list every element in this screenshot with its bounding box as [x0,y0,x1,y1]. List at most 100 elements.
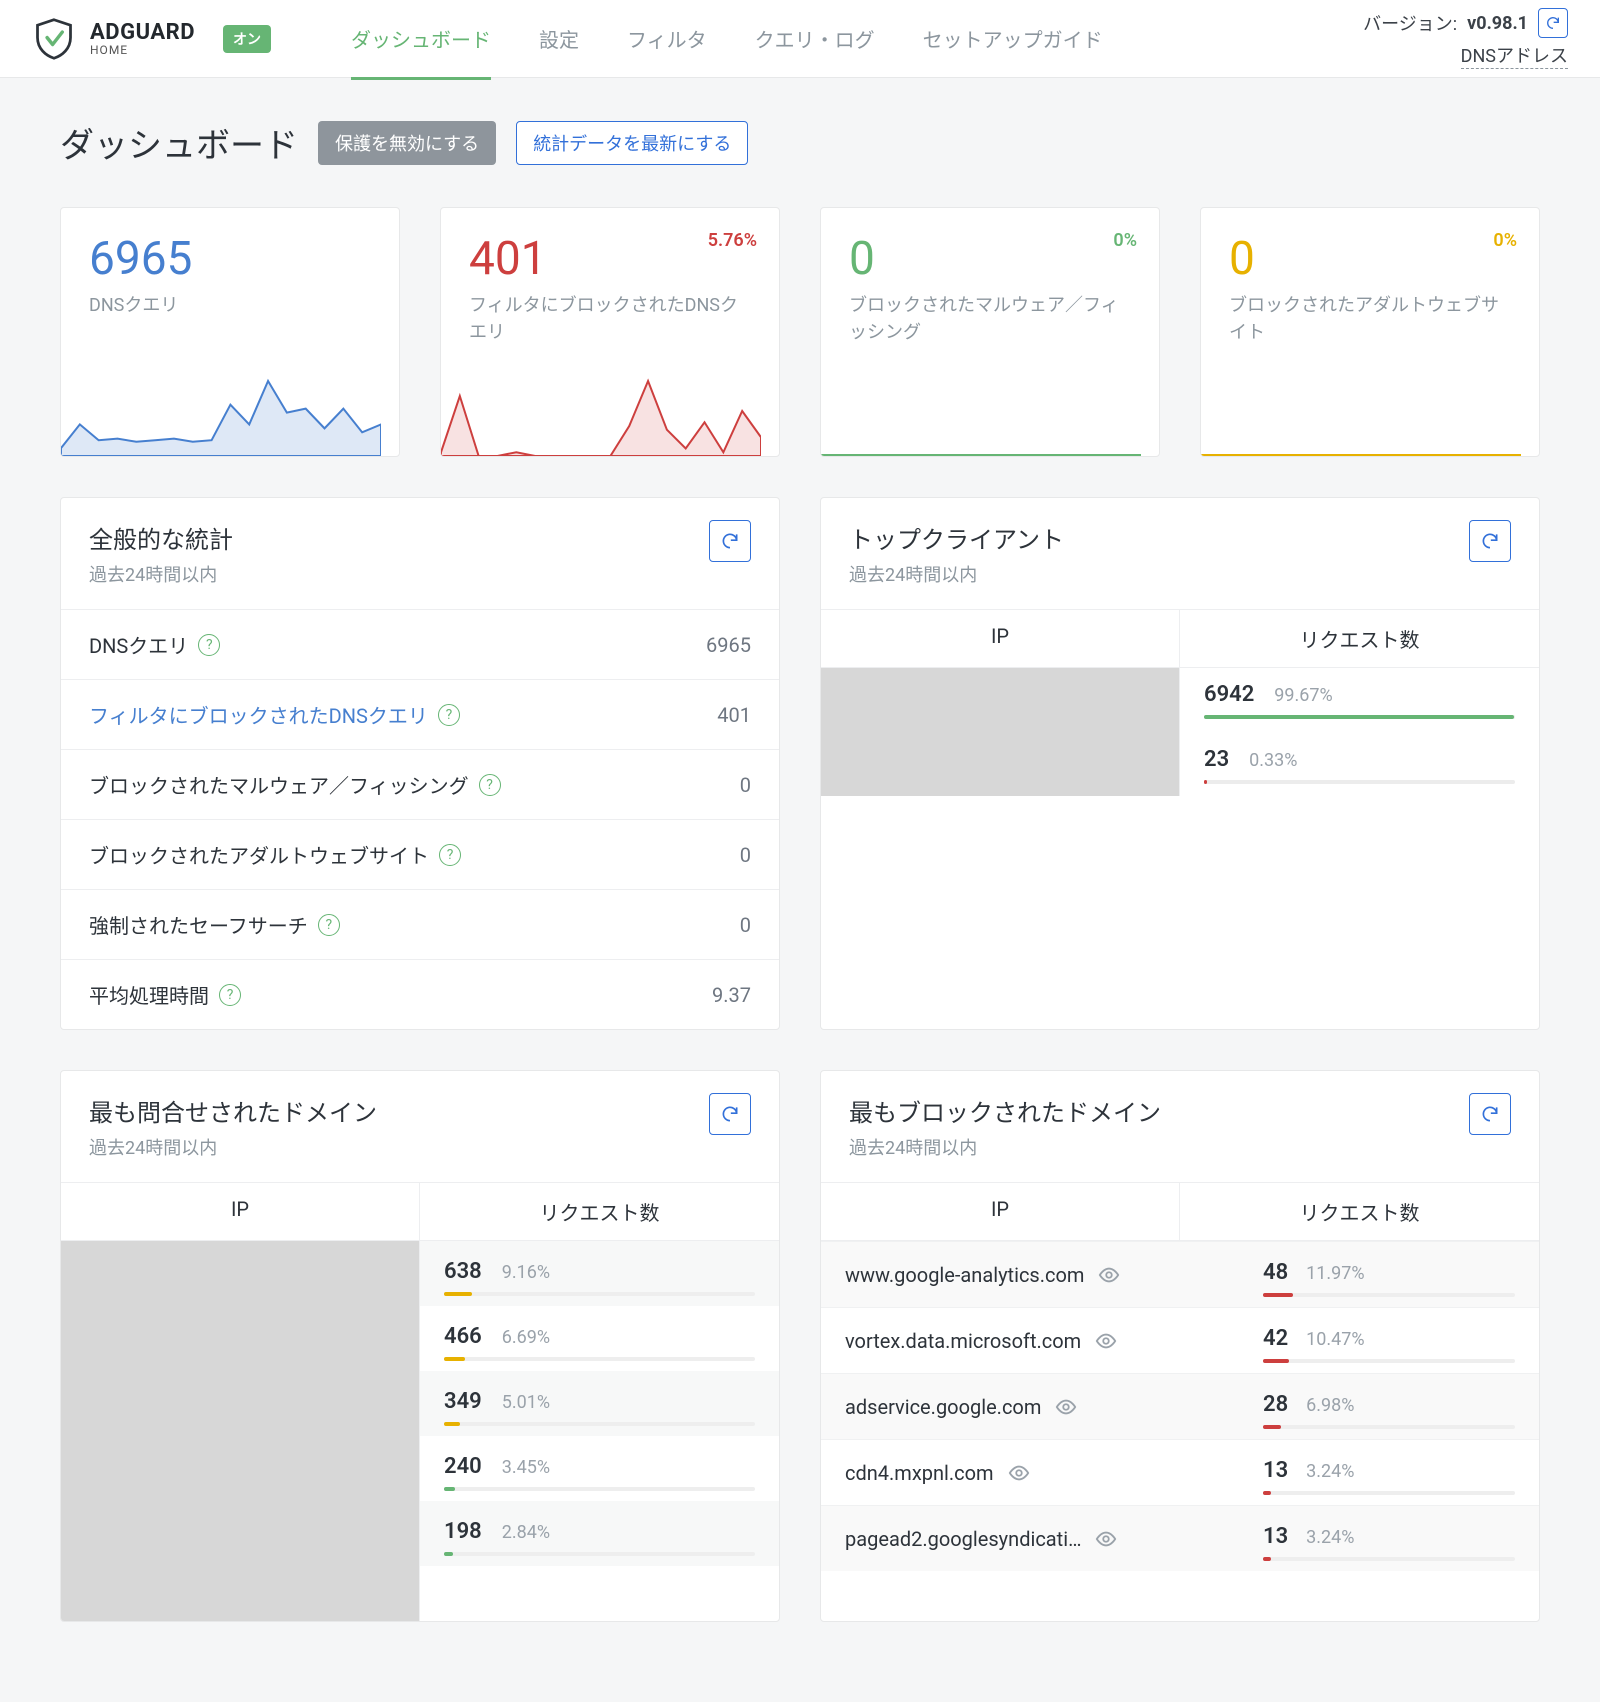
col-ip: IP [821,610,1180,667]
client-count: 6942 [1204,682,1254,707]
eye-icon[interactable] [1095,1330,1117,1352]
blocked-domain: pagead2.googlesyndicati… [821,1506,1239,1571]
panel-top-clients: トップクライアント 過去24時間以内 IP リクエスト数 694299.67%2… [820,497,1540,1030]
client-pct: 0.33% [1249,750,1297,771]
blocked-row: www.google-analytics.com4811.97% [821,1241,1539,1307]
queried-pct: 6.69% [502,1327,550,1348]
panel-top-queried: 最も問合せされたドメイン 過去24時間以内 IP リクエスト数 6389.16%… [60,1070,780,1622]
col-requests: リクエスト数 [420,1183,779,1240]
blocked-count: 42 [1263,1326,1288,1351]
stats-cards: 6965 DNSクエリ 5.76% 401 フィルタにブロックされたDNSクエリ… [60,207,1540,457]
blocked-domain: cdn4.mxpnl.com [821,1440,1239,1505]
nav-filters[interactable]: フィルタ [627,0,707,79]
stat-number: 6965 [89,232,371,286]
stat-row-name: ブロックされたアダルトウェブサイト? [89,840,461,869]
help-icon[interactable]: ? [198,634,220,656]
progress-bar [1263,1491,1515,1495]
eye-icon[interactable] [1055,1396,1077,1418]
stat-row: DNSクエリ?6965 [61,609,779,679]
panel-subtitle: 過去24時間以内 [849,561,1064,587]
stat-label: ブロックされたマルウェア／フィッシング [849,292,1131,346]
shield-logo-icon [32,17,76,61]
queried-row: 466 6.69% [420,1306,779,1371]
queried-row: 198 2.84% [420,1501,779,1566]
blocked-pct: 6.98% [1306,1395,1354,1416]
top-bar: ADGUARD HOME オン ダッシュボード 設定 フィルタ クエリ・ログ セ… [0,0,1600,78]
help-icon[interactable]: ? [318,914,340,936]
help-icon[interactable]: ? [438,704,460,726]
col-ip: IP [821,1183,1180,1240]
queried-count: 198 [444,1519,482,1544]
eye-icon[interactable] [1008,1462,1030,1484]
nav-settings[interactable]: 設定 [539,0,579,79]
blocked-pct: 10.47% [1306,1329,1364,1350]
progress-bar [444,1292,755,1296]
nav-dashboard[interactable]: ダッシュボード [351,0,491,79]
help-icon[interactable]: ? [479,774,501,796]
blocked-pct: 3.24% [1306,1461,1354,1482]
brand-subtext: HOME [90,44,195,56]
progress-bar [444,1357,755,1361]
queried-row: 2403.45% [420,1436,779,1501]
progress-bar [1263,1293,1515,1297]
panel-subtitle: 過去24時間以内 [849,1134,1161,1160]
panel-refresh-button[interactable] [709,1093,751,1135]
panel-refresh-button[interactable] [709,520,751,562]
progress-bar [444,1422,755,1426]
queried-count: 466 [444,1324,482,1349]
queried-pct: 3.45% [502,1457,550,1478]
stat-row: フィルタにブロックされたDNSクエリ? 401 [61,679,779,749]
stat-pct: 0% [1113,230,1137,251]
sparkline-red [441,376,761,456]
stat-row: 平均処理時間?9.37 [61,959,779,1029]
blocked-row: pagead2.googlesyndicati…133.24% [821,1505,1539,1571]
top-clients-redacted [821,668,1180,796]
stat-row-value: 6965 [706,633,751,657]
stat-label: フィルタにブロックされたDNSクエリ [469,292,751,346]
panel-refresh-button[interactable] [1469,520,1511,562]
blocked-count: 13 [1263,1458,1288,1483]
stat-label: DNSクエリ [89,292,371,319]
help-icon[interactable]: ? [439,844,461,866]
stat-row-name: ブロックされたマルウェア／フィッシング? [89,770,501,799]
nav-setup-guide[interactable]: セットアップガイド [923,0,1103,79]
blocked-domain: adservice.google.com [821,1374,1239,1439]
nav-querylog[interactable]: クエリ・ログ [755,0,875,79]
eye-icon[interactable] [1098,1264,1120,1286]
sparkline-yellow [1201,376,1521,456]
blocked-count: 48 [1263,1260,1288,1285]
progress-bar [1204,780,1515,784]
stat-row-value: 0 [740,843,751,867]
refresh-stats-button[interactable]: 統計データを最新にする [516,121,748,165]
queried-pct: 2.84% [502,1522,550,1543]
status-badge-on: オン [223,25,271,53]
blocked-domain: vortex.data.microsoft.com [821,1308,1239,1373]
panel-refresh-button[interactable] [1469,1093,1511,1135]
version-label: バージョン: [1363,10,1457,36]
help-icon[interactable]: ? [219,984,241,1006]
refresh-icon [720,531,740,551]
logo[interactable]: ADGUARD HOME オン [32,17,271,61]
dns-addresses-link[interactable]: DNSアドレス [1461,42,1568,69]
stat-pct: 0% [1493,230,1517,251]
blocked-domain: www.google-analytics.com [821,1242,1239,1307]
stat-number: 0 [1229,232,1511,286]
version-value: v0.98.1 [1467,13,1528,34]
client-count: 23 [1204,747,1229,772]
stat-row-name: 強制されたセーフサーチ? [89,910,340,939]
blocked-row: vortex.data.microsoft.com 42 10.47% [821,1307,1539,1373]
stat-row-name[interactable]: フィルタにブロックされたDNSクエリ? [89,700,460,729]
eye-icon[interactable] [1095,1528,1117,1550]
refresh-icon [720,1104,740,1124]
top-queried-redacted [61,1241,420,1621]
stat-row: 強制されたセーフサーチ?0 [61,889,779,959]
blocked-row: cdn4.mxpnl.com 13 3.24% [821,1439,1539,1505]
version-refresh-button[interactable] [1538,8,1568,38]
stat-row-value: 401 [717,703,751,727]
disable-protection-button[interactable]: 保護を無効にする [318,121,496,165]
panel-subtitle: 過去24時間以内 [89,1134,377,1160]
stat-card-blocked-filters: 5.76% 401 フィルタにブロックされたDNSクエリ [440,207,780,457]
brand-text: ADGUARD [90,22,195,44]
stat-row-value: 0 [740,773,751,797]
blocked-pct: 3.24% [1306,1527,1354,1548]
